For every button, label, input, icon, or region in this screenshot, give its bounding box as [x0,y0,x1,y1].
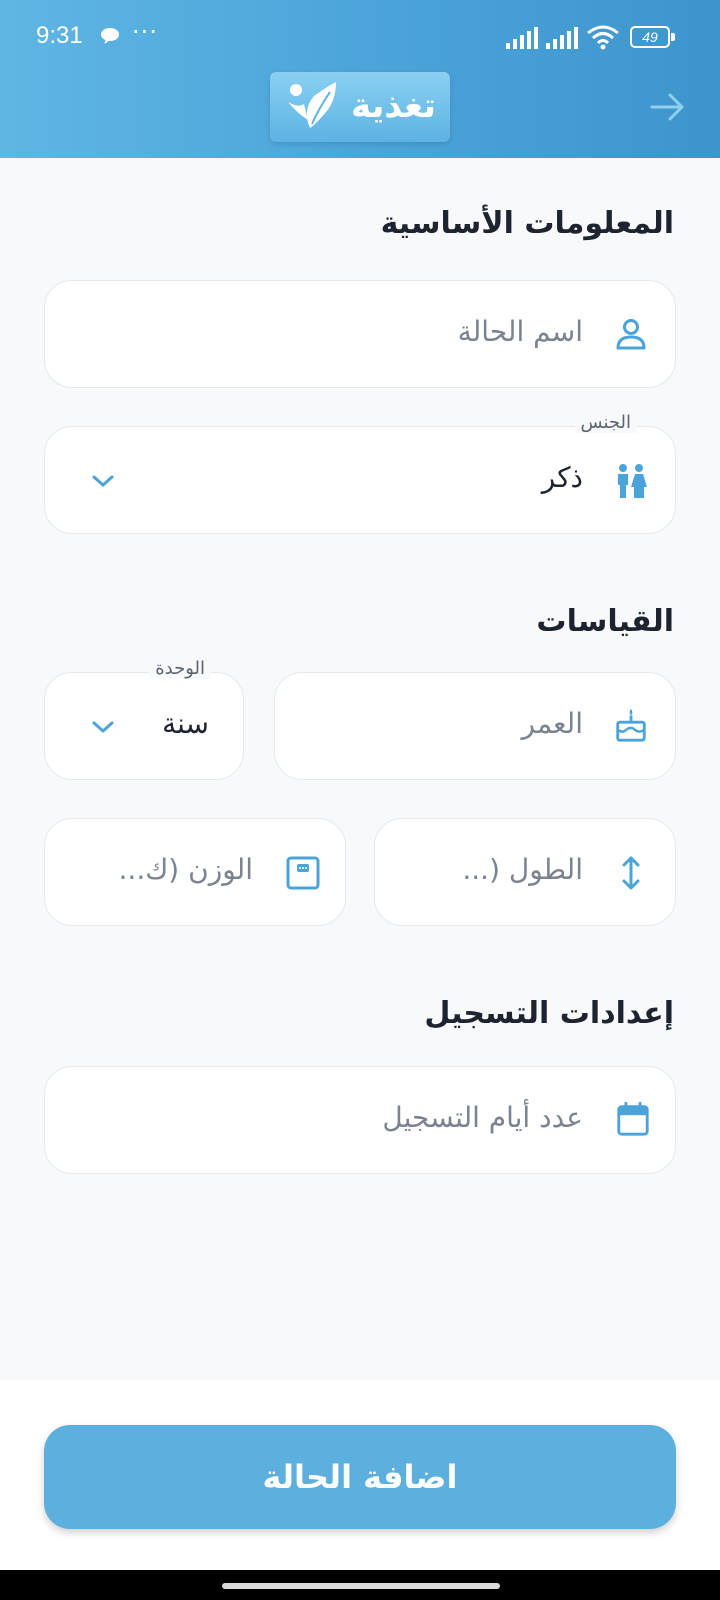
calendar-icon [617,1101,649,1136]
age-input[interactable]: العمر [522,707,583,740]
app-name: تغذية [351,86,436,126]
section-title-registration: إعدادات التسجيل [424,996,674,1031]
more-notifications-icon: ··· [132,18,158,46]
people-icon [618,464,647,498]
gender-value: ذكر [541,461,583,494]
section-title-measurements: القياسات [536,604,674,639]
logo-mark-icon [288,82,336,128]
registration-days-input[interactable]: عدد أيام التسجيل [382,1101,583,1134]
signal-icon-2 [546,27,578,49]
weight-input[interactable]: الوزن (ك... [119,853,253,886]
chevron-down-icon [92,475,114,487]
app-logo: تغذية [270,72,450,142]
back-arrow-icon[interactable] [650,92,686,122]
battery-level: 49 [630,26,670,48]
registration-days-field[interactable]: عدد أيام التسجيل [44,1066,676,1174]
weight-field[interactable]: الوزن (ك... [44,818,346,926]
scale-icon [286,856,320,890]
cake-icon [616,708,646,742]
case-name-field[interactable]: اسم الحالة [44,280,676,388]
app-header: 9:31 ··· 49 تغذية [0,0,720,158]
add-case-button[interactable]: اضافة الحالة [44,1425,676,1529]
height-input[interactable]: الطول (... [462,853,583,886]
vertical-arrows-icon [622,856,640,890]
unit-label: الوحدة [149,658,211,679]
chat-bubble-icon [101,28,119,44]
section-title-basic-info: المعلومات الأساسية [380,206,674,241]
home-indicator[interactable] [222,1583,500,1589]
person-icon [616,319,646,350]
wifi-icon [587,25,619,50]
gender-select[interactable]: الجنس ذكر [44,412,676,534]
gender-label: الجنس [574,412,637,433]
status-time: 9:31 [36,22,83,49]
chevron-down-icon [92,721,114,733]
case-name-input[interactable]: اسم الحالة [458,315,583,348]
battery-icon: 49 [630,26,675,48]
age-unit-select[interactable]: الوحدة سنة [44,658,244,780]
signal-icon [506,27,538,49]
status-bar: 9:31 ··· 49 [0,0,720,70]
age-field[interactable]: العمر [274,672,676,780]
unit-value: سنة [162,707,209,740]
height-field[interactable]: الطول (... [374,818,676,926]
